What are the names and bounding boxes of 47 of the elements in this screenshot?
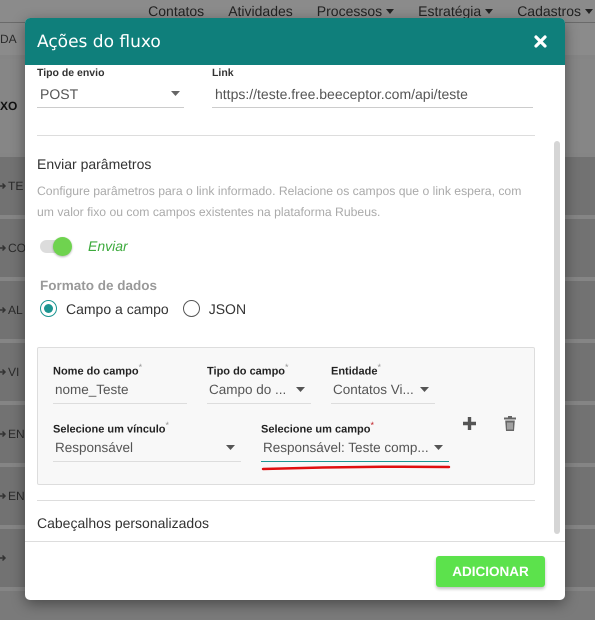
- trash-icon[interactable]: [504, 416, 516, 431]
- close-icon[interactable]: [534, 35, 547, 48]
- radio-label: Campo a campo: [66, 300, 169, 316]
- field-label: Link: [212, 67, 235, 80]
- caret-icon: [296, 387, 305, 392]
- section-heading: Enviar parâmetros: [37, 156, 152, 172]
- caret-icon: [226, 445, 235, 450]
- caret-icon: [420, 387, 429, 392]
- nav-link[interactable]: Cadastros: [517, 3, 593, 19]
- select-field[interactable]: Campo do ...: [207, 376, 311, 404]
- field-label: Selecione um vínculo$^{*}$: [53, 420, 170, 434]
- select-field[interactable]: Responsável: Teste comp...: [261, 434, 449, 462]
- row-text: VI: [8, 365, 20, 379]
- row-text: EN: [8, 427, 25, 441]
- row-text: CO: [8, 241, 26, 255]
- caret-icon: [171, 91, 180, 96]
- section-heading: Cabeçalhos personalizados: [37, 515, 210, 531]
- radio-label: JSON: [208, 300, 246, 316]
- add-icon[interactable]: [463, 417, 476, 430]
- toggle-switch[interactable]: [40, 240, 70, 252]
- section-heading: Formato de dados: [40, 278, 158, 293]
- radio-button[interactable]: [40, 300, 57, 317]
- row-text: TE: [8, 179, 24, 193]
- field-label: Tipo de envio: [37, 67, 106, 80]
- row-text: EN: [8, 489, 25, 503]
- field-label: Tipo do campo$^{*}$: [207, 362, 290, 376]
- scrollbar[interactable]: [554, 141, 560, 534]
- row-text: DA: [0, 32, 17, 46]
- select-field[interactable]: Responsável: [53, 434, 241, 462]
- input-field[interactable]: nome_Teste: [53, 376, 187, 404]
- nav-link[interactable]: Processos: [316, 3, 394, 19]
- toggle-label: Enviar: [88, 238, 128, 254]
- nav-link[interactable]: Estratégia: [418, 3, 494, 19]
- field-label: Entidade$^{*}$: [331, 362, 382, 376]
- field-label: Nome do campo$^{*}$: [53, 362, 144, 376]
- description-text: Configure parâmetros para o link informado. Relacione os campos que o link espera, com um valor fixo ou com campos existentes na plataforma Rubeus.: [37, 183, 522, 221]
- nav-link[interactable]: Atividades: [228, 3, 293, 19]
- row-text: XO: [0, 99, 18, 113]
- select-field[interactable]: Contatos Vi...: [331, 376, 435, 404]
- row-text: AL: [8, 303, 23, 317]
- radio-button[interactable]: [182, 300, 200, 317]
- caret-icon: [434, 445, 443, 450]
- nav-link[interactable]: Contatos: [148, 3, 204, 19]
- field-label: Selecione um campo$^{*}$: [261, 420, 375, 434]
- dialog-title: Ações do fluxo: [37, 32, 161, 52]
- input-field[interactable]: https://teste.free.beeceptor.com/api/teste: [212, 80, 533, 108]
- select-field[interactable]: POST: [37, 80, 184, 108]
